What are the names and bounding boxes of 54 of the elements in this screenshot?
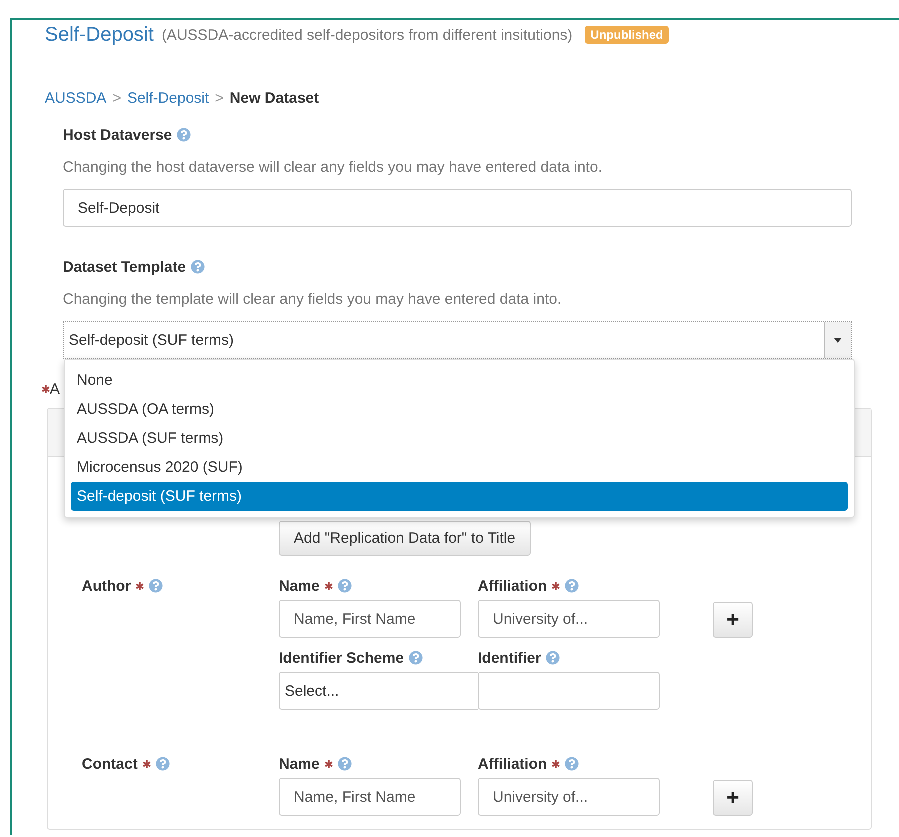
required-icon	[324, 760, 333, 768]
breadcrumb-current: New Dataset	[230, 90, 320, 107]
required-icon	[552, 582, 560, 590]
field-label: Identifier	[478, 650, 542, 666]
help-icon	[156, 757, 170, 771]
field-label: Dataset Template	[63, 258, 186, 276]
dropdown-option[interactable]: None	[71, 366, 848, 395]
text-field[interactable]: Name, First Name	[279, 778, 461, 816]
host-dataverse-field[interactable]: Self-Deposit	[63, 189, 852, 227]
dataverse-title[interactable]: Self-Deposit	[45, 24, 154, 46]
dataverse-subtitle: (AUSSDA-accredited self-depositors from different insitutions)	[162, 26, 573, 44]
help-icon	[149, 579, 164, 593]
help-icon	[338, 579, 352, 593]
help-icon	[191, 260, 206, 274]
field-label: Name	[279, 578, 320, 594]
help-icon	[338, 757, 352, 771]
help-text: Changing the host dataverse will clear any fields you may have entered data into.	[63, 159, 604, 176]
field-label: Name	[279, 756, 320, 772]
help-text: Changing the template will clear any fields you may have entered data into.	[63, 291, 563, 308]
required-icon	[552, 760, 560, 768]
help-icon	[565, 757, 580, 771]
help-icon	[177, 128, 192, 142]
help-icon	[565, 579, 580, 593]
text-field[interactable]	[478, 672, 660, 710]
status-badge: Unpublished	[584, 26, 670, 44]
field-label: Host Dataverse	[63, 126, 172, 144]
field-label: Affiliation	[478, 578, 548, 594]
breadcrumb-separator: >	[215, 90, 224, 107]
field-label: Author	[82, 578, 132, 594]
identifier-scheme-select[interactable]: Select...	[279, 672, 478, 710]
dropdown-option[interactable]: AUSSDA (SUF terms)	[71, 424, 848, 453]
section-label: A	[50, 380, 60, 398]
dropdown-option[interactable]: AUSSDA (OA terms)	[71, 395, 848, 424]
breadcrumb-link[interactable]: AUSSDA	[45, 90, 107, 107]
required-icon	[136, 582, 144, 590]
required-icon	[42, 384, 50, 394]
breadcrumb-link[interactable]: Self-Deposit	[127, 90, 210, 107]
field-label: Identifier Scheme	[279, 650, 404, 666]
dropdown-option[interactable]: Microcensus 2020 (SUF)	[71, 453, 848, 482]
breadcrumb-separator: >	[112, 90, 122, 107]
dropdown-option[interactable]: Self-deposit (SUF terms)	[71, 482, 848, 511]
text-field[interactable]: Name, First Name	[279, 600, 461, 638]
field-label: Affiliation	[478, 756, 548, 772]
caret-icon	[834, 338, 842, 342]
help-icon	[546, 651, 560, 665]
add-button[interactable]: +	[713, 602, 753, 638]
add-replication-button[interactable]: Add "Replication Data for" to Title	[279, 521, 531, 556]
field-label: Contact	[82, 756, 138, 772]
required-icon	[142, 760, 151, 768]
text-field[interactable]: University of...	[478, 778, 660, 816]
text-field[interactable]: University of...	[478, 600, 660, 638]
add-button[interactable]: +	[713, 780, 753, 816]
help-icon	[409, 651, 424, 665]
required-icon	[324, 582, 333, 590]
